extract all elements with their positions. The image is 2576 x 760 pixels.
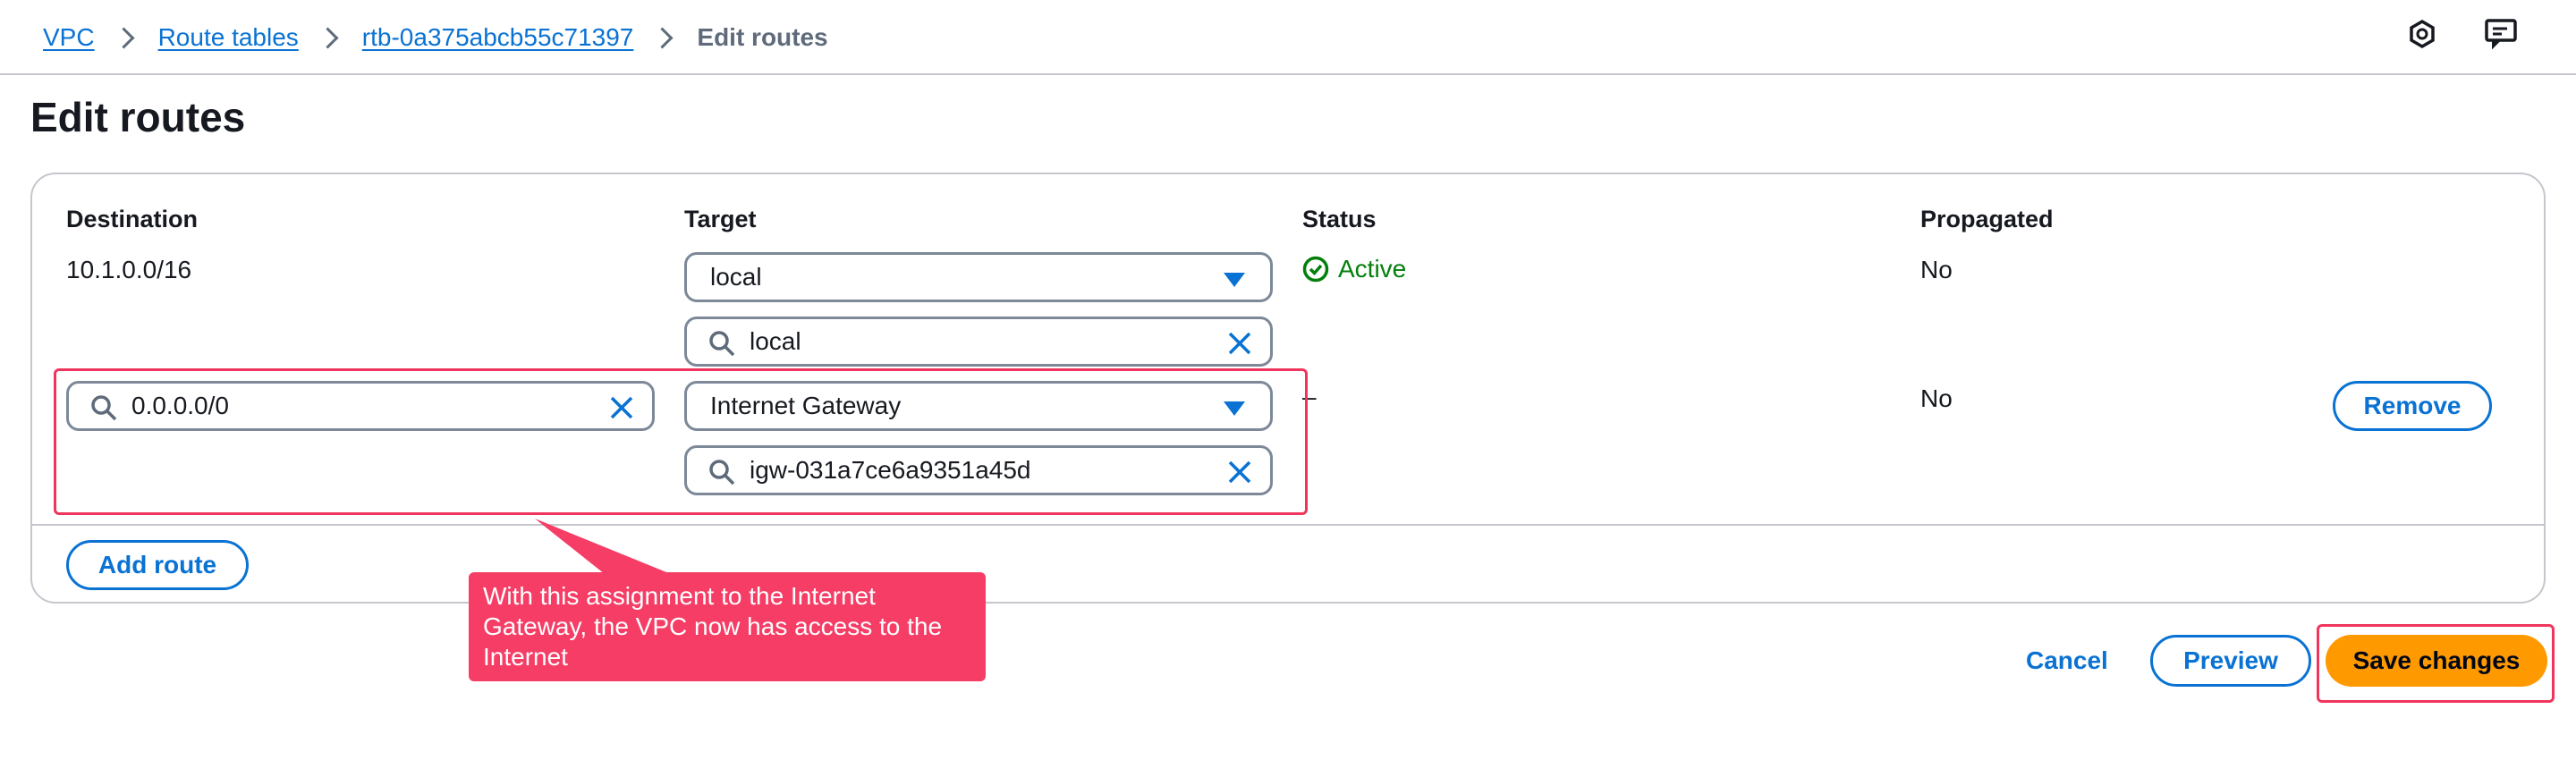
chevron-right-icon [113,26,135,49]
add-route-button[interactable]: Add route [66,540,249,590]
route-destination: 10.1.0.0/16 [66,256,192,283]
row-divider [32,524,2544,526]
breadcrumb-current: Edit routes [697,23,828,51]
column-header-status: Status [1302,206,1377,232]
page-title: Edit routes [30,94,246,140]
hexagon-icon[interactable] [2404,16,2440,52]
breadcrumb-route-tables[interactable]: Route tables [158,23,299,52]
annotation-callout: With this assignment to the Internet Gat… [469,572,986,681]
column-header-destination: Destination [66,206,199,232]
callout-pointer [535,519,671,574]
target-type-select[interactable]: local [684,252,1273,302]
clear-icon[interactable] [1225,329,1254,358]
highlight-frame [2317,624,2555,703]
cancel-button[interactable]: Cancel [2026,646,2108,675]
breadcrumb: VPC Route tables rtb-0a375abcb55c71397 E… [43,20,828,55]
header-divider [0,73,2576,75]
status-badge: Active [1302,255,1406,283]
target-search-input[interactable] [750,327,1166,356]
breadcrumb-vpc[interactable]: VPC [43,23,95,52]
chevron-right-icon [651,26,674,49]
column-header-propagated: Propagated [1920,206,2054,232]
chevron-right-icon [317,26,339,49]
target-search-field[interactable] [684,317,1273,367]
remove-route-button[interactable]: Remove [2333,381,2492,431]
search-icon [709,331,735,357]
breadcrumb-route-table-id[interactable]: rtb-0a375abcb55c71397 [362,23,634,52]
feedback-icon[interactable] [2483,16,2519,52]
column-header-target: Target [684,206,757,232]
check-circle-icon [1302,256,1329,283]
select-value: local [710,263,762,291]
highlight-frame [54,368,1308,515]
route-propagated: No [1920,384,1953,412]
route-propagated: No [1920,256,1953,283]
top-icons [2404,16,2519,52]
caret-down-icon [1224,273,1245,287]
preview-button[interactable]: Preview [2150,635,2311,687]
status-text: Active [1338,255,1407,283]
